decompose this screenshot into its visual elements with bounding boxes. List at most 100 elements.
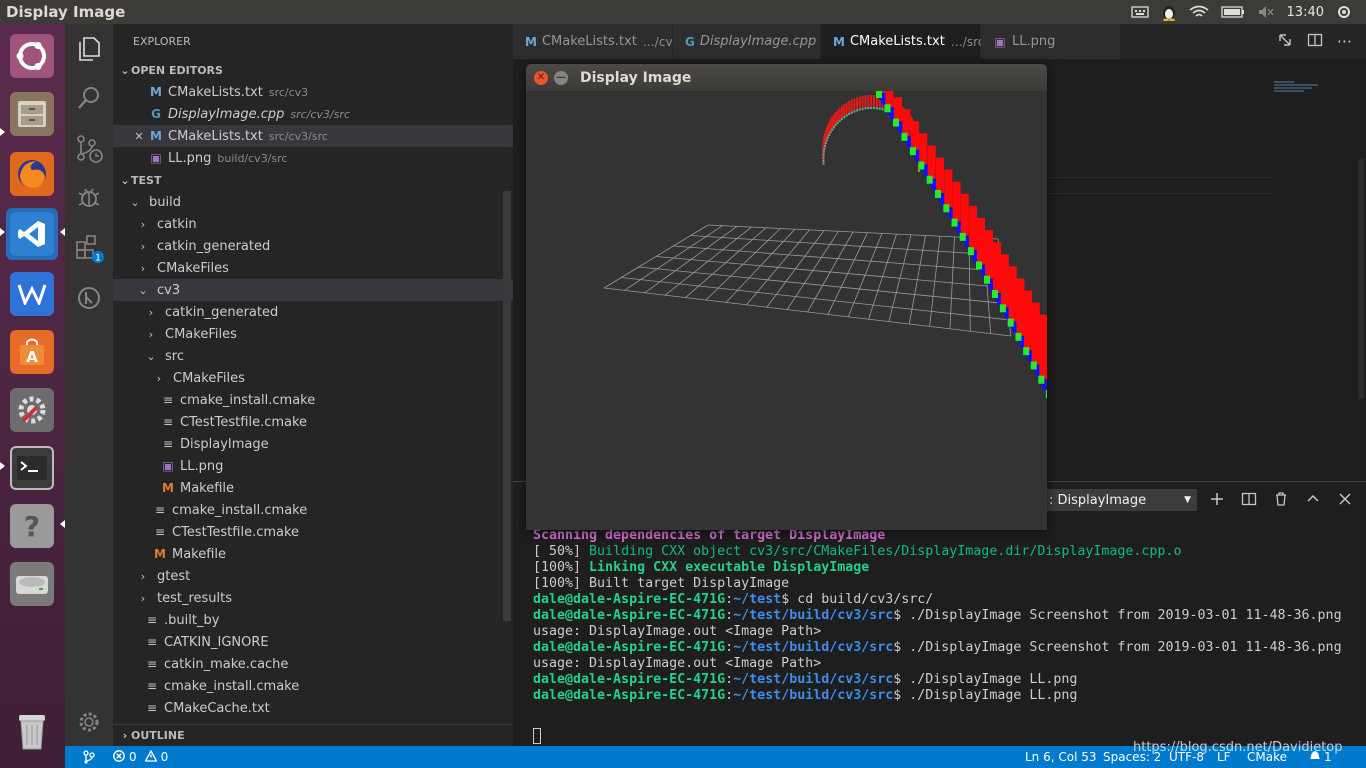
source-control-icon[interactable] [65, 124, 113, 172]
workspace-header[interactable]: ⌄ TEST [113, 169, 513, 191]
git-branch-icon[interactable] [65, 750, 113, 764]
tab-label: CMakeLists.txt [541, 34, 637, 49]
editor-tab[interactable]: MCMakeLists.txt…/src✕ [821, 24, 1005, 59]
chain-green-axis [1023, 347, 1030, 356]
tree-file[interactable]: ≡ DisplayImage [113, 433, 513, 455]
cursor-position[interactable]: Ln 6, Col 53 [1025, 750, 1097, 764]
close-window-icon[interactable]: ✕ [534, 70, 548, 85]
penguin-icon[interactable] [1161, 3, 1177, 21]
tree-folder[interactable]: › CMakeFiles [113, 323, 513, 345]
tree-file[interactable]: ≡ CMakeCache.txt [113, 697, 513, 719]
minimize-window-icon[interactable]: — [554, 70, 568, 85]
volume-muted-icon[interactable] [1257, 5, 1275, 19]
wifi-icon[interactable] [1189, 5, 1209, 19]
software-center-launcher[interactable]: A [6, 326, 58, 378]
cpp-file-icon: G [685, 34, 695, 49]
terminal-output[interactable]: ####Scanning dependencies of target Disp… [533, 512, 1342, 704]
system-settings-launcher[interactable] [6, 384, 58, 436]
terminal-text: : [725, 688, 734, 703]
editor-tab[interactable]: M CMakeLists.txt …/cv3 [513, 24, 680, 59]
tree-file[interactable]: ≡ cmake_install.cmake [113, 499, 513, 521]
kill-terminal-icon[interactable] [1273, 491, 1289, 511]
tree-file[interactable]: ▣ LL.png [113, 455, 513, 477]
terminal-launcher[interactable] [6, 442, 58, 494]
chain-red-axis [944, 169, 953, 208]
open-editor-item[interactable]: G DisplayImage.cpp src/cv3/src [113, 103, 513, 125]
open-changes-icon[interactable] [1277, 32, 1293, 52]
tree-file[interactable]: M Makefile [113, 477, 513, 499]
tree-folder[interactable]: › catkin_generated [113, 301, 513, 323]
tree-folder[interactable]: › test_results [113, 587, 513, 609]
problems-indicator[interactable]: 0 0 [113, 749, 168, 765]
tree-folder[interactable]: › gtest [113, 565, 513, 587]
tree-folder[interactable]: › catkin [113, 213, 513, 235]
manage-gear-icon[interactable] [65, 698, 113, 746]
error-count: 0 [129, 750, 137, 764]
ubuntu-dash-button[interactable] [6, 30, 58, 82]
chain-red-axis [1000, 254, 1009, 308]
tree-file[interactable]: ≡ CATKIN_IGNORE [113, 631, 513, 653]
split-editor-icon[interactable] [1307, 32, 1323, 52]
maximize-panel-icon[interactable] [1305, 491, 1321, 511]
tree-folder[interactable]: › CMakeFiles [113, 367, 513, 389]
tree-folder[interactable]: › CMakeFiles [113, 257, 513, 279]
arc-dot [848, 112, 851, 115]
more-actions-icon[interactable]: ··· [1337, 32, 1352, 51]
editor-actions: ··· [1276, 24, 1366, 59]
files-launcher[interactable] [6, 88, 58, 140]
tree-folder[interactable]: › catkin_generated [113, 235, 513, 257]
editor-tab[interactable]: ▣ LL.png [981, 24, 1121, 59]
outline-header[interactable]: › OUTLINE [113, 724, 513, 746]
open-editor-item[interactable]: ▣ LL.png build/cv3/src [113, 147, 513, 169]
editor-tab[interactable]: G DisplayImage.cpp [673, 24, 821, 59]
chain-red-axis [952, 181, 961, 222]
vscode-launcher[interactable] [6, 208, 58, 260]
terminal-select[interactable]: : DisplayImage ▼ [1043, 489, 1197, 511]
sidebar-scrollbar[interactable] [503, 191, 511, 621]
chevron-down-icon: ⌄ [138, 283, 148, 297]
close-icon[interactable]: ✕ [129, 130, 149, 143]
open-editor-item[interactable]: ✕ M CMakeLists.txt src/cv3/src [113, 125, 513, 147]
wps-writer-launcher[interactable] [6, 268, 58, 320]
close-panel-icon[interactable] [1337, 491, 1353, 511]
tree-file[interactable]: ≡ CTestTestfile.cmake [113, 521, 513, 543]
tree-folder[interactable]: ⌄ cv3 [113, 279, 513, 301]
tree-file[interactable]: ≡ cmake_install.cmake [113, 675, 513, 697]
disk-launcher[interactable] [6, 558, 58, 610]
extensions-icon[interactable]: 1 [65, 224, 113, 272]
tree-file[interactable]: ≡ .built_by [113, 609, 513, 631]
open-editor-path: src/cv3/src [290, 107, 350, 121]
clock[interactable]: 13:40 [1287, 5, 1324, 20]
tree-file[interactable]: ≡ CTestTestfile.cmake [113, 411, 513, 433]
trash-launcher[interactable] [6, 706, 58, 758]
tree-folder[interactable]: ⌄ build [113, 191, 513, 213]
add-terminal-icon[interactable] [1209, 491, 1225, 511]
gitlens-history-icon[interactable] [65, 274, 113, 322]
tree-file[interactable]: ≡ cmake_install.cmake [113, 389, 513, 411]
keyboard-icon[interactable] [1130, 5, 1149, 19]
open-editor-item[interactable]: M CMakeLists.txt src/cv3 [113, 81, 513, 103]
explorer-icon[interactable] [65, 24, 113, 72]
terminal-line: dale@dale-Aspire-EC-471G:~/test/build/cv… [533, 672, 1342, 688]
tree-file[interactable]: M Makefile [113, 543, 513, 565]
open-editors-header[interactable]: ⌄ OPEN EDITORS [113, 59, 513, 81]
tree-folder[interactable]: ⌄ src [113, 345, 513, 367]
split-terminal-icon[interactable] [1241, 491, 1257, 511]
help-launcher[interactable]: ? [6, 500, 58, 552]
tree-item-label: catkin_generated [157, 238, 271, 254]
editor-scrollbar[interactable] [1358, 159, 1364, 399]
notifications[interactable]: 1 [1309, 750, 1332, 765]
terminal-line: dale@dale-Aspire-EC-471G:~/test/build/cv… [533, 640, 1342, 656]
display-image-window[interactable]: ✕ — Display Image [526, 64, 1047, 530]
window-titlebar[interactable]: ✕ — Display Image [526, 64, 1047, 91]
minimap[interactable] [1274, 79, 1324, 93]
arc-dot [878, 107, 881, 110]
search-icon[interactable] [65, 74, 113, 122]
tree-file[interactable]: ≡ catkin_make.cache [113, 653, 513, 675]
debug-icon[interactable] [65, 174, 113, 222]
chevron-right-icon: › [148, 305, 154, 319]
battery-icon[interactable] [1220, 6, 1245, 18]
power-gear-icon[interactable] [1336, 4, 1352, 20]
firefox-launcher[interactable] [6, 148, 58, 200]
arc-dot [875, 107, 878, 110]
